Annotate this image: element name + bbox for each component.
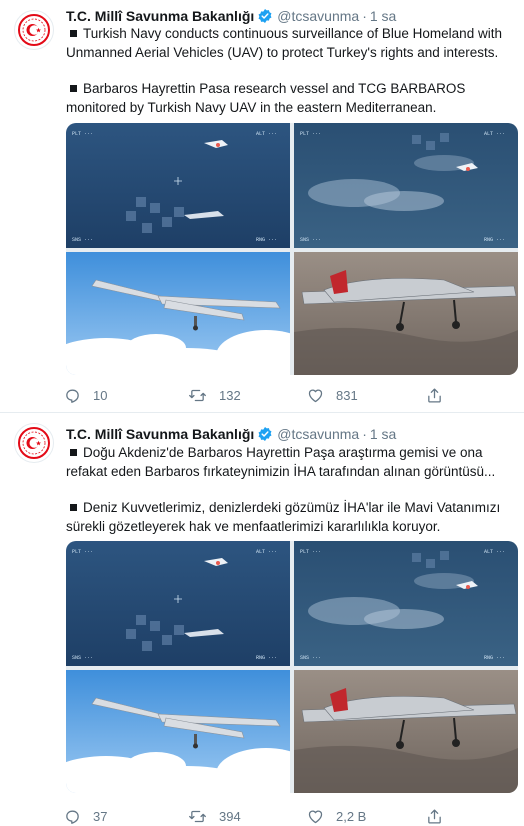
photo-drone-landing[interactable] [294, 670, 518, 793]
svg-text:SNS ···: SNS ··· [300, 655, 321, 661]
author-name[interactable]: T.C. Millî Savunma Bakanlığı [66, 426, 254, 442]
like-count: 831 [336, 387, 358, 403]
retweet-button[interactable]: 132 [188, 385, 241, 405]
share-button[interactable] [426, 806, 443, 826]
ministry-emblem-icon [18, 427, 50, 459]
retweet-button[interactable]: 394 [188, 806, 241, 826]
svg-text:SNS ···: SNS ··· [300, 237, 321, 243]
tweet-paragraph: Turkish Navy conducts continuous surveil… [66, 26, 502, 60]
media-grid[interactable]: PLT ··· ALT ··· SNS ··· RNG ··· PLT ··· ALT … [66, 541, 518, 793]
tweet-paragraph: Barbaros Hayrettin Pasa research vessel … [66, 81, 466, 115]
photo-drone-landing[interactable] [294, 252, 518, 375]
reply-icon [66, 389, 79, 403]
svg-text:RNG ···: RNG ··· [484, 655, 505, 661]
bullet-square-icon [70, 449, 77, 457]
svg-text:ALT ···: ALT ··· [484, 549, 505, 555]
tweet-header: T.C. Millî Savunma Bakanlığı @tcsavunma · 1… [66, 426, 512, 444]
tweet-text: Turkish Navy conducts continuous surveil… [66, 24, 514, 117]
like-button[interactable]: 831 [307, 385, 358, 405]
verified-badge-icon [258, 9, 272, 23]
photo-drone-in-sky[interactable] [66, 670, 290, 793]
avatar[interactable] [14, 423, 54, 463]
author-name[interactable]: T.C. Millî Savunma Bakanlığı [66, 8, 254, 24]
ministry-emblem-icon [18, 14, 50, 46]
like-button[interactable]: 2,2 B [307, 806, 366, 826]
bullet-square-icon [70, 85, 77, 93]
svg-text:PLT ···: PLT ··· [300, 549, 321, 555]
bullet-square-icon [70, 504, 77, 512]
tweet-text: Doğu Akdeniz'de Barbaros Hayrettin Paşa … [66, 443, 514, 536]
author-handle[interactable]: @tcsavunma [277, 8, 359, 24]
retweet-icon [189, 389, 206, 401]
bullet-square-icon [70, 30, 77, 38]
tweet[interactable]: T.C. Millî Savunma Bakanlığı @tcsavunma · 1… [0, 413, 524, 825]
photo-uav-footage-1[interactable]: PLT ··· ALT ··· SNS ··· RNG ··· [66, 541, 290, 666]
svg-text:ALT ···: ALT ··· [256, 131, 277, 137]
retweet-count: 394 [219, 808, 241, 824]
reply-button[interactable]: 37 [64, 806, 107, 826]
avatar[interactable] [14, 10, 54, 50]
photo-uav-footage-2[interactable]: PLT ··· ALT ··· SNS ··· RNG ··· [294, 541, 518, 666]
photo-drone-in-sky[interactable] [66, 252, 290, 375]
reply-icon [66, 810, 79, 824]
tweet-actions: 10 132 831 [64, 385, 504, 405]
separator-dot: · [362, 8, 367, 24]
retweet-icon [189, 810, 206, 822]
svg-text:PLT ···: PLT ··· [72, 549, 93, 555]
svg-text:SNS ···: SNS ··· [72, 655, 93, 661]
retweet-count: 132 [219, 387, 241, 403]
media-grid[interactable]: PLT ··· ALT ··· SNS ··· RNG ··· PLT ··· ALT … [66, 123, 518, 375]
svg-text:SNS ···: SNS ··· [72, 237, 93, 243]
separator-dot: · [362, 426, 367, 442]
svg-text:RNG ···: RNG ··· [256, 655, 277, 661]
photo-uav-footage-2[interactable]: PLT ··· ALT ··· SNS ··· RNG ··· [294, 123, 518, 248]
like-count: 2,2 B [336, 808, 367, 824]
share-icon [428, 808, 441, 824]
reply-count: 37 [93, 808, 108, 824]
svg-text:ALT ···: ALT ··· [256, 549, 277, 555]
svg-text:RNG ···: RNG ··· [256, 237, 277, 243]
tweet[interactable]: T.C. Millî Savunma Bakanlığı @tcsavunma · 1… [0, 0, 524, 413]
heart-icon [308, 389, 323, 402]
tweet-paragraph: Deniz Kuvvetlerimiz, denizlerdeki gözümü… [66, 500, 501, 534]
verified-badge-icon [258, 427, 272, 441]
timestamp[interactable]: 1 sa [370, 426, 396, 442]
photo-uav-footage-1[interactable]: PLT ··· ALT ··· SNS ··· RNG ··· [66, 123, 290, 248]
reply-button[interactable]: 10 [64, 385, 107, 405]
share-icon [428, 387, 441, 403]
tweet-actions: 37 394 2,2 B [64, 806, 504, 826]
share-button[interactable] [426, 385, 443, 405]
svg-text:PLT ···: PLT ··· [300, 131, 321, 137]
reply-count: 10 [93, 387, 108, 403]
svg-text:ALT ···: ALT ··· [484, 131, 505, 137]
author-handle[interactable]: @tcsavunma [277, 426, 359, 442]
svg-text:PLT ···: PLT ··· [72, 131, 93, 137]
heart-icon [308, 810, 323, 823]
timestamp[interactable]: 1 sa [370, 8, 396, 24]
tweet-paragraph: Doğu Akdeniz'de Barbaros Hayrettin Paşa … [66, 445, 496, 479]
svg-text:RNG ···: RNG ··· [484, 237, 505, 243]
